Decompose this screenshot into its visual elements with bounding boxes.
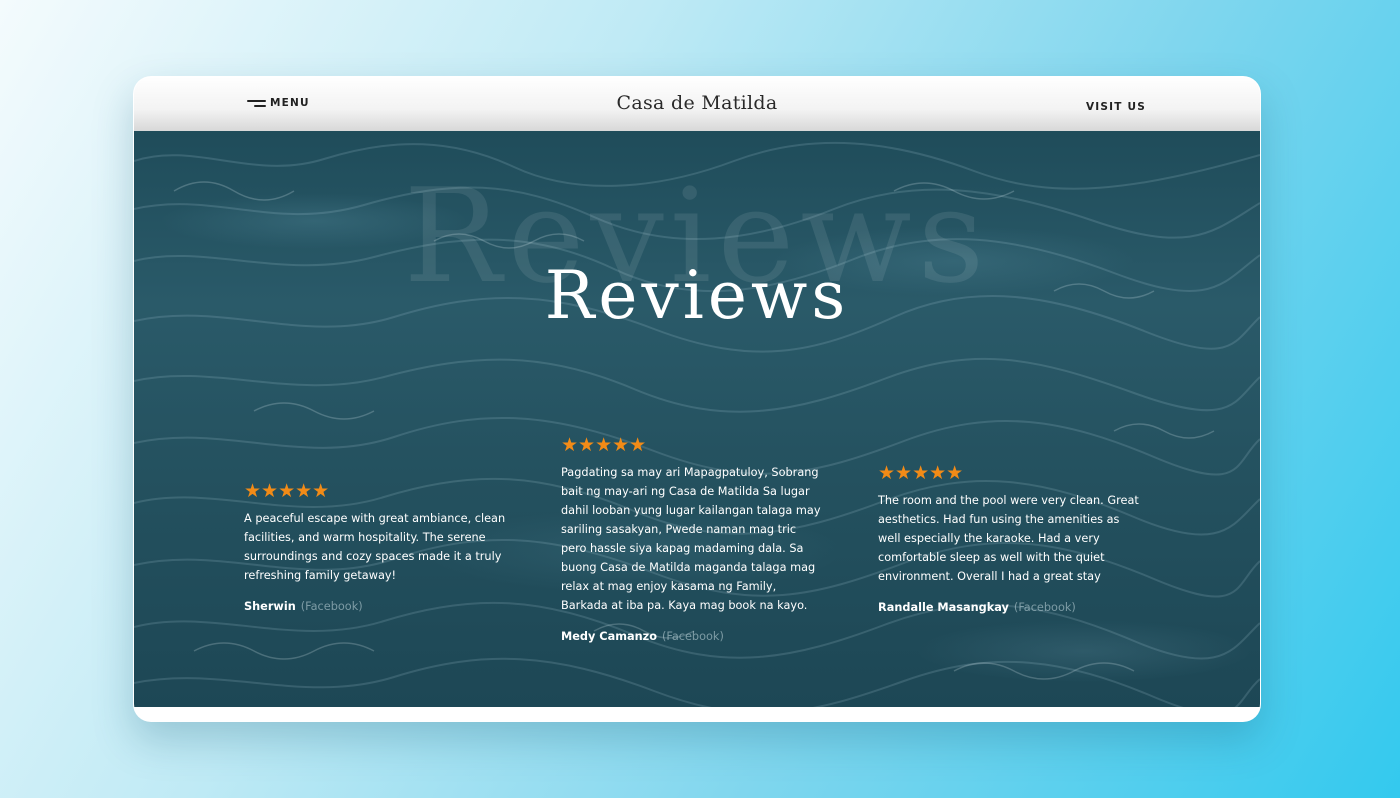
review-text: The room and the pool were very clean. G… — [878, 494, 1139, 583]
visit-us-link[interactable]: VISIT US — [1086, 101, 1146, 113]
review-card: ★★★★★ Pagdating sa may ari Mapagpatuloy,… — [561, 435, 823, 646]
review-author: Medy Camanzo (Facebook) — [561, 627, 823, 646]
review-text: Pagdating sa may ari Mapagpatuloy, Sobra… — [561, 466, 821, 612]
page-title: Reviews — [544, 257, 850, 334]
review-source-link[interactable]: (Facebook) — [1014, 601, 1076, 614]
review-author: Sherwin (Facebook) — [244, 597, 506, 616]
star-rating-icon: ★★★★★ — [561, 434, 647, 456]
top-navigation: MENU Casa de Matilda VISIT US — [134, 77, 1260, 131]
review-source-link[interactable]: (Facebook) — [301, 600, 363, 613]
page-bottom-edge — [134, 707, 1260, 721]
review-author: Randalle Masangkay (Facebook) — [878, 598, 1140, 617]
review-card: ★★★★★ A peaceful escape with great ambia… — [244, 481, 506, 616]
review-card: ★★★★★ The room and the pool were very cl… — [878, 463, 1140, 617]
author-name: Medy Camanzo — [561, 630, 657, 643]
browser-frame: MENU Casa de Matilda VISIT US Reviews Re… — [133, 76, 1261, 722]
star-rating-icon: ★★★★★ — [878, 462, 964, 484]
author-name: Randalle Masangkay — [878, 601, 1009, 614]
review-source-link[interactable]: (Facebook) — [662, 630, 724, 643]
author-name: Sherwin — [244, 600, 296, 613]
review-text: A peaceful escape with great ambiance, c… — [244, 512, 506, 582]
star-rating-icon: ★★★★★ — [244, 480, 330, 502]
